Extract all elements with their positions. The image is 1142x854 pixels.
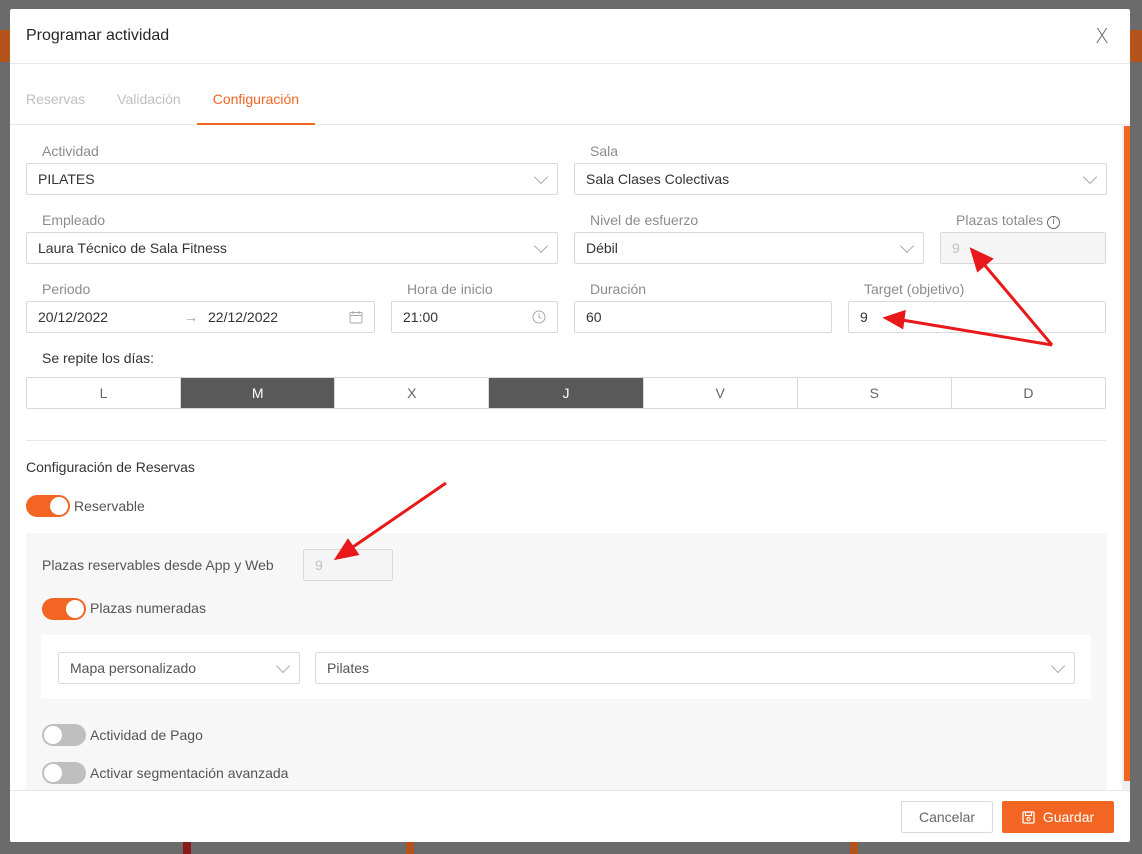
toggle-knob <box>44 726 62 744</box>
duracion-value: 60 <box>586 309 602 325</box>
reservable-toggle[interactable] <box>26 495 70 517</box>
pago-toggle[interactable] <box>42 724 86 746</box>
tab-configuracion[interactable]: Configuración <box>196 64 316 125</box>
reservas-section-title: Configuración de Reservas <box>26 459 195 475</box>
chevron-down-icon <box>899 238 915 253</box>
mapa-nombre-value: Pilates <box>327 660 370 676</box>
mapa-select[interactable]: Mapa personalizado <box>58 652 300 684</box>
segmentacion-toggle[interactable] <box>42 762 86 784</box>
toggle-knob <box>44 764 62 782</box>
close-icon[interactable]: X <box>1090 24 1114 48</box>
repite-label: Se repite los días: <box>42 350 155 366</box>
chevron-down-icon <box>1082 169 1098 184</box>
hora-inicio-value: 21:00 <box>403 309 439 325</box>
plazas-app-input[interactable]: 9 <box>303 549 393 581</box>
hora-inicio-picker[interactable]: 21:00 <box>391 301 558 333</box>
chevron-down-icon <box>533 169 549 184</box>
tab-reservas[interactable]: Reservas <box>26 64 101 125</box>
save-icon <box>1022 810 1035 824</box>
day-d[interactable]: D <box>952 378 1105 408</box>
mapa-value: Mapa personalizado <box>70 660 197 676</box>
numeradas-label: Plazas numeradas <box>90 600 206 616</box>
background-bar <box>850 842 858 854</box>
modal-header: Programar actividad X <box>10 9 1130 64</box>
sala-label: Sala <box>590 143 619 159</box>
plazas-app-value: 9 <box>315 557 323 573</box>
section-divider <box>26 440 1106 441</box>
empleado-value: Laura Técnico de Sala Fitness <box>38 240 227 256</box>
nivel-select[interactable]: Débil <box>574 232 924 264</box>
save-label: Guardar <box>1042 809 1095 825</box>
tab-validacion[interactable]: Validación <box>117 64 197 125</box>
chevron-down-icon <box>1050 658 1066 673</box>
toggle-knob <box>50 497 68 515</box>
tab-bar: Reservas Validación Configuración <box>10 64 1130 125</box>
actividad-select[interactable]: PILATES <box>26 163 558 195</box>
info-icon[interactable]: i <box>1047 216 1061 229</box>
periodo-label: Periodo <box>42 281 91 297</box>
periodo-end[interactable]: 22/12/2022 <box>208 309 349 325</box>
empleado-label: Empleado <box>42 212 106 228</box>
save-button[interactable]: Guardar <box>1002 801 1114 833</box>
target-label: Target (objetivo) <box>864 281 965 297</box>
calendar-icon <box>349 311 363 324</box>
target-value: 9 <box>860 309 868 325</box>
numeradas-toggle[interactable] <box>42 598 86 620</box>
periodo-range-picker[interactable]: 20/12/2022 → 22/12/2022 <box>26 301 375 333</box>
actividad-value: PILATES <box>38 171 95 187</box>
plazas-totales-input[interactable]: 9 <box>940 232 1106 264</box>
day-l[interactable]: L <box>27 378 182 408</box>
range-arrow-icon: → <box>184 309 198 325</box>
sala-select[interactable]: Sala Clases Colectivas <box>574 163 1107 195</box>
duracion-input[interactable]: 60 <box>574 301 832 333</box>
day-m[interactable]: M <box>181 378 336 408</box>
day-j[interactable]: J <box>489 378 644 408</box>
modal-title: Programar actividad <box>26 27 170 44</box>
actividad-label: Actividad <box>42 143 99 159</box>
weekday-selector: L M X J V S D <box>26 377 1106 409</box>
cancel-button[interactable]: Cancelar <box>901 801 993 833</box>
scrollbar-thumb[interactable] <box>1124 126 1130 781</box>
nivel-label: Nivel de esfuerzo <box>590 212 699 228</box>
mapa-nombre-select[interactable]: Pilates <box>315 652 1075 684</box>
day-s[interactable]: S <box>798 378 952 408</box>
background-bar <box>406 842 414 854</box>
schedule-activity-modal: Programar actividad X Reservas Validació… <box>10 9 1130 842</box>
empleado-select[interactable]: Laura Técnico de Sala Fitness <box>26 232 558 264</box>
pago-label: Actividad de Pago <box>90 727 203 743</box>
background-bar <box>183 842 191 854</box>
hora-inicio-label: Hora de inicio <box>407 281 493 297</box>
clock-icon <box>532 310 546 324</box>
chevron-down-icon <box>275 658 291 673</box>
background-toolbar-right <box>1130 30 1142 62</box>
background-toolbar <box>0 30 10 62</box>
reservable-label: Reservable <box>74 498 145 514</box>
target-input[interactable]: 9 <box>848 301 1106 333</box>
config-form: Actividad PILATES Sala Sala Clases Colec… <box>10 126 1122 790</box>
day-v[interactable]: V <box>644 378 798 408</box>
plazas-totales-label-text: Plazas totales <box>956 212 1044 228</box>
toggle-knob <box>66 600 84 618</box>
duracion-label: Duración <box>590 281 647 297</box>
periodo-start[interactable]: 20/12/2022 <box>38 309 184 325</box>
plazas-app-label: Plazas reservables desde App y Web <box>42 557 274 573</box>
chevron-down-icon <box>533 238 549 253</box>
plazas-totales-value: 9 <box>952 240 960 256</box>
sala-value: Sala Clases Colectivas <box>586 171 730 187</box>
modal-footer: Cancelar Guardar <box>10 790 1130 842</box>
scrollbar[interactable] <box>1122 126 1130 790</box>
segmentacion-label: Activar segmentación avanzada <box>90 765 289 781</box>
nivel-value: Débil <box>586 240 618 256</box>
day-x[interactable]: X <box>335 378 490 408</box>
plazas-totales-label: Plazas totales i <box>956 212 1061 229</box>
